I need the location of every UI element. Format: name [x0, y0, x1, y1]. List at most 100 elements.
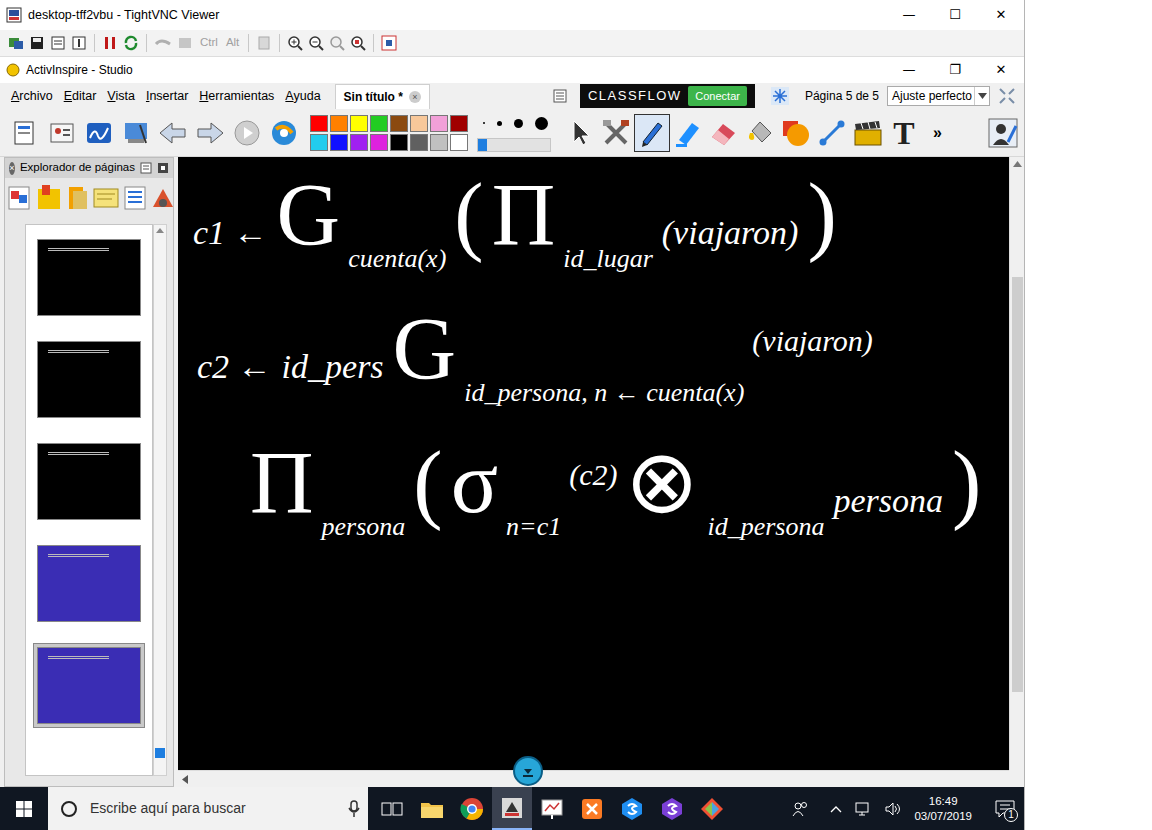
refresh-icon[interactable]	[123, 35, 139, 51]
zoom-select[interactable]: Ajuste perfecto	[887, 86, 990, 106]
explorer-menu-icon[interactable]	[140, 162, 152, 174]
zoom-out-icon[interactable]	[308, 35, 324, 51]
page-thumbnail[interactable]	[33, 439, 145, 524]
download-arrow-icon[interactable]	[521, 764, 535, 778]
menu-item[interactable]: Vista	[102, 87, 141, 106]
action-center-button[interactable]: 1	[992, 796, 1018, 822]
whiteboard-canvas[interactable]: c1 ←Gcuenta(x)(Πid_lugar(viajaron))c2 ←i…	[178, 157, 1009, 770]
object-browser-icon[interactable]	[65, 183, 89, 213]
maximize-button[interactable]: ❐	[932, 58, 978, 82]
taskbar-app[interactable]	[492, 787, 532, 830]
clock-date[interactable]: 03/07/2019	[914, 809, 972, 824]
remote-desktop[interactable]: ActivInspire - Studio —❐✕ ArchivoEditarV…	[0, 57, 1024, 830]
zoom-value[interactable]: Ajuste perfecto	[892, 87, 974, 105]
page-thumbnail[interactable]	[33, 337, 145, 422]
color-swatch[interactable]	[410, 115, 428, 132]
pen-width-slider[interactable]	[477, 138, 551, 152]
user-pen-icon[interactable]	[986, 116, 1020, 150]
formula[interactable]: Πpersona(σn=c1(c2)⊗id_personapersona)	[246, 439, 999, 527]
scroll-thumb[interactable]	[1012, 277, 1023, 692]
thumbnail-image[interactable]	[37, 545, 141, 622]
close-explorer-button[interactable]: ×	[9, 162, 15, 175]
next-page-icon[interactable]	[193, 116, 227, 150]
previous-page-icon[interactable]	[156, 116, 190, 150]
connector-tool[interactable]	[814, 114, 850, 152]
properties-browser-icon[interactable]	[123, 183, 147, 213]
color-swatch[interactable]	[450, 115, 468, 132]
highlighter-icon[interactable]	[673, 118, 703, 148]
blue-app-icon[interactable]	[620, 797, 644, 821]
color-swatch[interactable]	[410, 134, 428, 151]
shape-tool[interactable]	[778, 114, 814, 152]
pin-icon[interactable]	[157, 162, 169, 174]
main-menu-icon[interactable]	[8, 116, 42, 150]
color-swatch[interactable]	[390, 115, 408, 132]
page-thumbnail[interactable]	[33, 541, 145, 626]
show-hidden-icons-icon[interactable]	[830, 805, 842, 813]
eraser-tool[interactable]	[706, 114, 742, 152]
scroll-up-icon[interactable]	[1013, 161, 1022, 167]
menu-item[interactable]: Ayuda	[280, 87, 326, 106]
zoom-in-icon[interactable]	[287, 35, 303, 51]
search-box[interactable]	[48, 787, 368, 830]
menu-item[interactable]: Archivo	[6, 87, 59, 106]
pointer-icon[interactable]	[567, 118, 593, 148]
pen-size-dot[interactable]	[535, 117, 548, 130]
color-swatch[interactable]	[430, 134, 448, 151]
pen-tool[interactable]	[634, 114, 670, 152]
page-thumbnail[interactable]	[33, 643, 145, 728]
taskbar-app[interactable]	[612, 787, 652, 830]
thumbnail-image[interactable]	[37, 647, 141, 724]
clapper-tool[interactable]	[850, 114, 886, 152]
close-button[interactable]: ✕	[978, 1, 1024, 29]
menu-item[interactable]: Herramientas	[194, 87, 280, 106]
board-icon[interactable]	[540, 797, 564, 821]
zoom-fit-icon[interactable]	[350, 35, 366, 51]
people-icon[interactable]	[792, 801, 810, 817]
scroll-up-icon[interactable]	[156, 228, 164, 233]
options-icon[interactable]	[50, 35, 66, 51]
close-tab-button[interactable]: ×	[409, 91, 421, 103]
color-swatch[interactable]	[350, 115, 368, 132]
formula[interactable]: c2 ←id_persGid_persona, n ← cuenta(x)(vi…	[192, 305, 999, 393]
connector-icon[interactable]	[817, 118, 847, 148]
chrome-icon[interactable]	[460, 797, 484, 821]
scroll-thumb[interactable]	[155, 748, 165, 758]
taskbar-app[interactable]	[372, 787, 412, 830]
tools-icon[interactable]	[601, 118, 631, 148]
pen-size-dot[interactable]	[497, 121, 502, 126]
menu-item[interactable]: Editar	[59, 87, 103, 106]
web-browser-icon[interactable]	[267, 116, 301, 150]
color-swatch[interactable]	[430, 115, 448, 132]
explorer-icon[interactable]	[420, 799, 444, 819]
thumbnail-image[interactable]	[37, 239, 141, 316]
fill-icon[interactable]	[745, 118, 775, 148]
taskbar-app[interactable]	[412, 787, 452, 830]
snowflake-icon[interactable]	[771, 87, 789, 105]
volume-icon[interactable]	[884, 801, 902, 817]
highlighter-tool[interactable]	[670, 114, 706, 152]
purple-app-icon[interactable]	[660, 797, 684, 821]
minimize-button[interactable]: —	[886, 1, 932, 29]
color-swatch[interactable]	[330, 134, 348, 151]
taskbar-app[interactable]	[652, 787, 692, 830]
microphone-icon[interactable]	[348, 800, 360, 818]
pause-icon[interactable]	[102, 35, 118, 51]
taskbar-app[interactable]	[452, 787, 492, 830]
signature-icon[interactable]	[82, 116, 116, 150]
page-thumbnail[interactable]	[33, 235, 145, 320]
page-list-icon[interactable]	[552, 88, 568, 104]
document-tab[interactable]: Sin título * ×	[335, 84, 430, 109]
clapper-icon[interactable]	[852, 118, 884, 148]
xampp-icon[interactable]	[580, 797, 604, 821]
vnc-icon[interactable]	[500, 796, 524, 820]
taskview-icon[interactable]	[381, 800, 403, 818]
color-swatch[interactable]	[350, 134, 368, 151]
horizontal-scrollbar[interactable]	[178, 770, 1009, 787]
vertical-scrollbar[interactable]	[1009, 157, 1024, 770]
color-swatch[interactable]	[450, 134, 468, 151]
search-input[interactable]	[88, 797, 338, 820]
scroll-left-icon[interactable]	[182, 775, 188, 784]
fill-tool[interactable]	[742, 114, 778, 152]
taskbar-app[interactable]	[692, 787, 732, 830]
